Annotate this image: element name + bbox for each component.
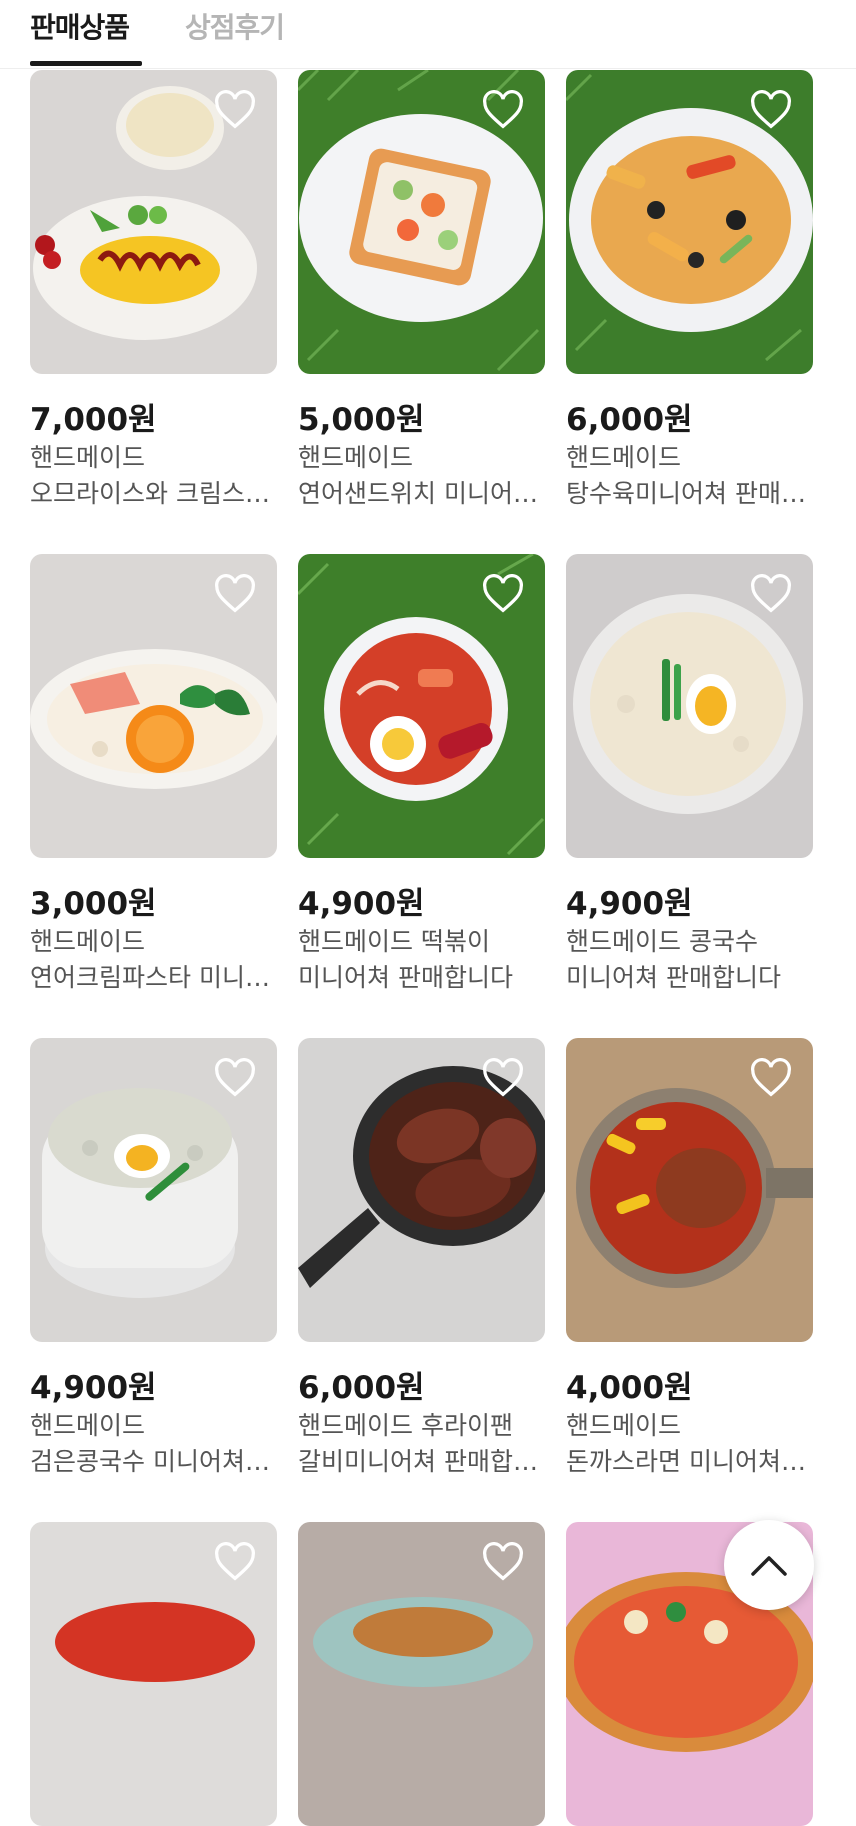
product-price: 6,000원 — [566, 402, 693, 438]
product-price: 3,000원 — [30, 886, 157, 922]
product-image[interactable] — [298, 70, 545, 374]
product-title: 핸드메이드탕수육미니어쳐 판매합니다 — [566, 443, 813, 508]
heart-outline-icon[interactable] — [213, 1542, 257, 1582]
product-title: 핸드메이드오므라이스와 크림스프 미니어쳐 — [30, 443, 277, 508]
product-title: 핸드메이드 떡볶이 미니어쳐 판매합니다 — [298, 927, 513, 992]
heart-outline-icon[interactable] — [213, 574, 257, 614]
heart-outline-icon[interactable] — [749, 1058, 793, 1098]
heart-outline-icon[interactable] — [213, 1058, 257, 1098]
chevron-up-icon — [751, 1556, 787, 1576]
product-price: 4,000원 — [566, 1370, 693, 1406]
product-image[interactable] — [566, 1038, 813, 1342]
active-tab-indicator — [30, 61, 142, 66]
tab-reviews[interactable]: 상점후기 — [185, 6, 285, 46]
product-price: 4,900원 — [566, 886, 693, 922]
product-title: 핸드메이드돈까스라면 미니어쳐 판매합니다 — [566, 1411, 813, 1476]
product-title: 핸드메이드검은콩국수 미니어쳐 판매합니다 — [30, 1411, 277, 1476]
product-image[interactable] — [30, 1522, 277, 1826]
product-title: 핸드메이드 후라이팬 갈비미니어쳐 판매합니다 — [298, 1411, 545, 1476]
heart-outline-icon[interactable] — [481, 90, 525, 130]
scroll-to-top-button[interactable] — [724, 1520, 814, 1610]
product-title: 핸드메이드연어크림파스타 미니어쳐 판매합니다 — [30, 927, 277, 992]
product-price: 5,000원 — [298, 402, 425, 438]
heart-outline-icon[interactable] — [213, 90, 257, 130]
product-image[interactable] — [30, 70, 277, 374]
product-price: 4,900원 — [30, 1370, 157, 1406]
product-price: 6,000원 — [298, 1370, 425, 1406]
product-title: 핸드메이드 콩국수 미니어쳐 판매합니다 — [566, 927, 781, 992]
heart-outline-icon[interactable] — [481, 1542, 525, 1582]
heart-outline-icon[interactable] — [749, 574, 793, 614]
product-price: 7,000원 — [30, 402, 157, 438]
heart-outline-icon[interactable] — [749, 90, 793, 130]
product-image[interactable] — [30, 1038, 277, 1342]
product-image[interactable] — [566, 554, 813, 858]
product-image[interactable] — [298, 1038, 545, 1342]
product-image[interactable] — [566, 70, 813, 374]
heart-outline-icon[interactable] — [481, 574, 525, 614]
product-image[interactable] — [30, 554, 277, 858]
tab-products[interactable]: 판매상품 — [30, 6, 130, 46]
heart-outline-icon[interactable] — [481, 1058, 525, 1098]
product-image[interactable] — [298, 1522, 545, 1826]
product-image[interactable] — [298, 554, 545, 858]
product-price: 4,900원 — [298, 886, 425, 922]
product-title: 핸드메이드연어샌드위치 미니어쳐 판매합니다 — [298, 443, 545, 508]
tab-bar: 판매상품 상점후기 — [0, 0, 856, 69]
